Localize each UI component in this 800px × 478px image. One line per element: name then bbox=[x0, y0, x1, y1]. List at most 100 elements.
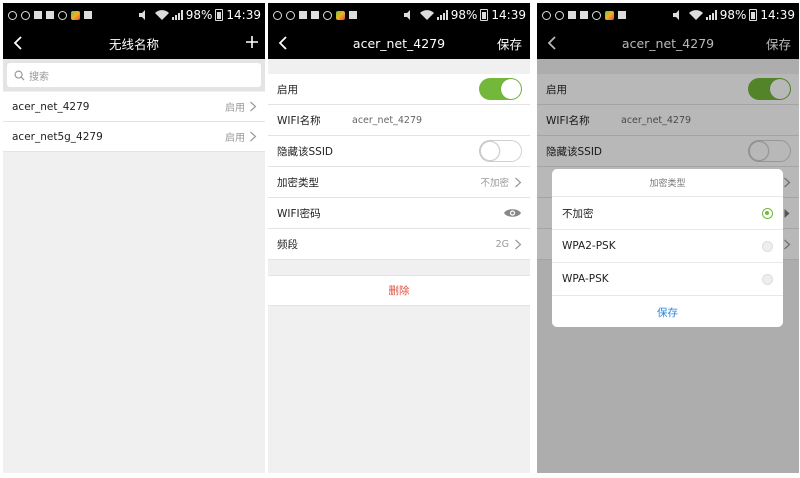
volume-icon bbox=[403, 10, 410, 20]
option-none[interactable]: 不加密 bbox=[552, 197, 783, 230]
image-icon bbox=[84, 11, 92, 19]
battery-icon bbox=[215, 9, 224, 21]
radio-unselected-icon[interactable] bbox=[762, 273, 773, 285]
hide-ssid-toggle[interactable] bbox=[479, 140, 522, 162]
option-label: WPA2-PSK bbox=[562, 240, 616, 252]
check-icon bbox=[592, 10, 601, 20]
delete-row: 删除 bbox=[268, 275, 530, 306]
encryption-value: 不加密 bbox=[480, 178, 509, 189]
hide-ssid-label: 隐藏该SSID bbox=[277, 145, 334, 158]
list-item[interactable]: acer_net5g_4279 启用 bbox=[3, 122, 265, 152]
encryption-row[interactable]: 加密类型 不加密 bbox=[268, 167, 530, 198]
signal-icon bbox=[436, 10, 448, 20]
wifi-icon bbox=[154, 10, 169, 20]
wifi-icon bbox=[688, 10, 703, 20]
status-bar: 98% 14:39 bbox=[268, 3, 530, 27]
app-icon bbox=[336, 10, 345, 20]
signal-icon bbox=[171, 10, 183, 20]
password-row[interactable]: WIFI密码 bbox=[268, 198, 530, 229]
usb-icon bbox=[580, 11, 588, 19]
band-row[interactable]: 频段 2G bbox=[268, 229, 530, 260]
password-label: WIFI密码 bbox=[277, 207, 321, 220]
title-bar: 无线名称 bbox=[3, 27, 265, 59]
search-icon bbox=[14, 70, 25, 81]
list-item[interactable]: acer_net_4279 启用 bbox=[3, 92, 265, 122]
save-button[interactable]: 保存 bbox=[497, 34, 522, 53]
signal-icon bbox=[705, 10, 717, 20]
check-icon bbox=[58, 10, 67, 20]
encryption-label: 加密类型 bbox=[277, 176, 319, 189]
network-settings-screen: 98% 14:39 acer_net_4279 保存 启用 WIFI名称 ace… bbox=[268, 3, 530, 473]
network-list-screen: 98% 14:39 无线名称 搜索 acer_net_4279 启用 acer_… bbox=[3, 3, 265, 473]
volume-icon bbox=[138, 10, 145, 20]
notification-icon bbox=[299, 11, 307, 19]
clock: 14:39 bbox=[226, 8, 261, 22]
band-label: 频段 bbox=[277, 238, 298, 251]
battery-percent: 98% bbox=[450, 8, 478, 22]
chevron-right-icon bbox=[515, 239, 522, 249]
chevron-right-icon bbox=[250, 131, 257, 142]
dialog-title: 加密类型 bbox=[552, 169, 783, 197]
status-bar: 98% 14:39 bbox=[3, 3, 265, 27]
radio-selected-icon[interactable] bbox=[762, 207, 773, 219]
hide-ssid-row: 隐藏该SSID bbox=[268, 136, 530, 167]
battery-icon bbox=[480, 9, 489, 21]
wifi-name-label: WIFI名称 bbox=[277, 114, 321, 127]
notification-icon bbox=[34, 11, 42, 19]
network-list: acer_net_4279 启用 acer_net5g_4279 启用 bbox=[3, 92, 265, 152]
image-icon bbox=[618, 11, 626, 19]
search-notification-icon bbox=[273, 10, 282, 20]
search-notification-icon bbox=[542, 10, 551, 20]
app-icon bbox=[71, 10, 80, 20]
option-label: WPA-PSK bbox=[562, 273, 609, 285]
enable-row: 启用 bbox=[268, 74, 530, 105]
back-arrow-icon[interactable] bbox=[11, 35, 27, 51]
app-notification-icon bbox=[286, 10, 295, 20]
encryption-dialog-screen: 98% 14:39 acer_net_4279 保存 启用 WIFI名称 ace… bbox=[537, 3, 799, 473]
wifi-name-field[interactable]: acer_net_4279 bbox=[352, 115, 422, 126]
check-icon bbox=[323, 10, 332, 20]
usb-icon bbox=[311, 11, 319, 19]
clock: 14:39 bbox=[760, 8, 795, 22]
eye-icon[interactable] bbox=[503, 207, 522, 219]
usb-icon bbox=[46, 11, 54, 19]
option-wpa-psk[interactable]: WPA-PSK bbox=[552, 263, 783, 296]
delete-button[interactable]: 删除 bbox=[389, 283, 410, 298]
battery-percent: 98% bbox=[185, 8, 213, 22]
page-title: acer_net_4279 bbox=[352, 35, 446, 51]
battery-icon bbox=[749, 9, 758, 21]
search-bar: 搜索 bbox=[3, 59, 265, 91]
app-notification-icon bbox=[555, 10, 564, 20]
notification-icon bbox=[568, 11, 576, 19]
dialog-save-button[interactable]: 保存 bbox=[552, 296, 783, 327]
app-notification-icon bbox=[21, 10, 30, 20]
option-wpa2-psk[interactable]: WPA2-PSK bbox=[552, 230, 783, 263]
radio-unselected-icon[interactable] bbox=[762, 240, 773, 252]
enable-label: 启用 bbox=[277, 83, 298, 96]
band-value: 2G bbox=[495, 238, 509, 250]
network-ssid: acer_net_4279 bbox=[12, 100, 90, 113]
search-input[interactable]: 搜索 bbox=[7, 63, 261, 87]
option-label: 不加密 bbox=[562, 207, 594, 220]
network-ssid: acer_net5g_4279 bbox=[12, 130, 103, 143]
wifi-name-row[interactable]: WIFI名称 acer_net_4279 bbox=[268, 105, 530, 136]
image-icon bbox=[349, 11, 357, 19]
app-icon bbox=[605, 10, 614, 20]
back-arrow-icon[interactable] bbox=[276, 35, 292, 51]
network-state: 启用 bbox=[225, 133, 245, 144]
wifi-icon bbox=[419, 10, 434, 20]
clock: 14:39 bbox=[491, 8, 526, 22]
encryption-type-dialog: 加密类型 不加密 WPA2-PSK WPA-PSK 保存 bbox=[552, 169, 783, 327]
volume-icon bbox=[672, 10, 679, 20]
enable-toggle[interactable] bbox=[479, 78, 522, 100]
chevron-right-icon bbox=[515, 177, 522, 187]
page-title: 无线名称 bbox=[108, 36, 159, 52]
search-notification-icon bbox=[8, 10, 17, 20]
battery-percent: 98% bbox=[719, 8, 747, 22]
network-state: 启用 bbox=[225, 103, 245, 114]
title-bar: acer_net_4279 保存 bbox=[268, 27, 530, 59]
status-bar: 98% 14:39 bbox=[537, 3, 799, 27]
search-placeholder: 搜索 bbox=[29, 71, 49, 83]
chevron-right-icon bbox=[250, 101, 257, 112]
add-network-icon[interactable] bbox=[245, 35, 259, 49]
